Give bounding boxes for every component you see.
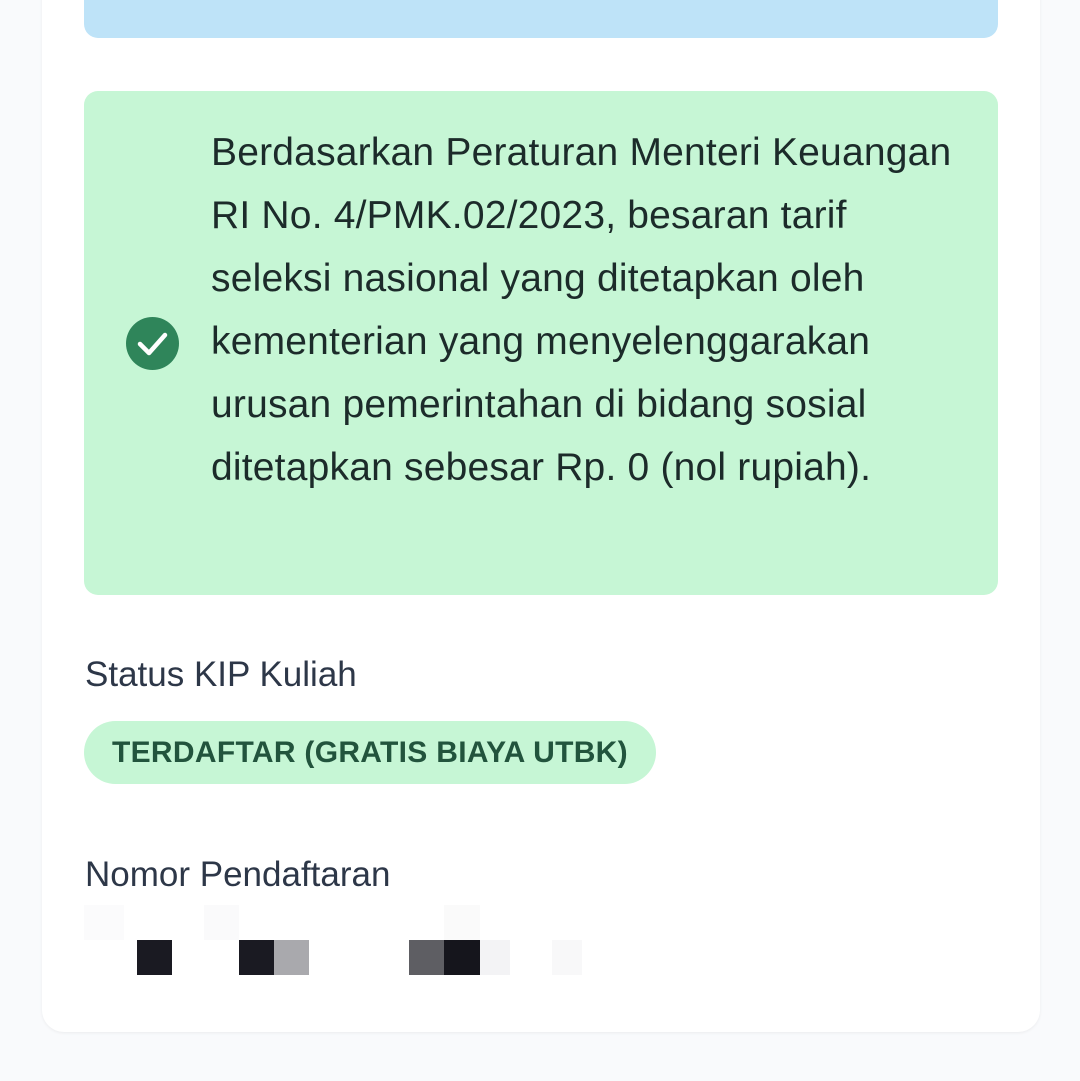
registration-number-label: Nomor Pendaftaran: [85, 855, 391, 894]
kip-status-badge: TERDAFTAR (GRATIS BIAYA UTBK): [84, 721, 656, 784]
info-banner-blue: [84, 0, 998, 38]
kip-status-label: Status KIP Kuliah: [85, 655, 357, 694]
check-circle-icon: [126, 317, 179, 370]
registration-number-redacted: [84, 905, 604, 980]
fee-notice-text: Berdasarkan Peraturan Menteri Keuangan R…: [211, 131, 952, 489]
